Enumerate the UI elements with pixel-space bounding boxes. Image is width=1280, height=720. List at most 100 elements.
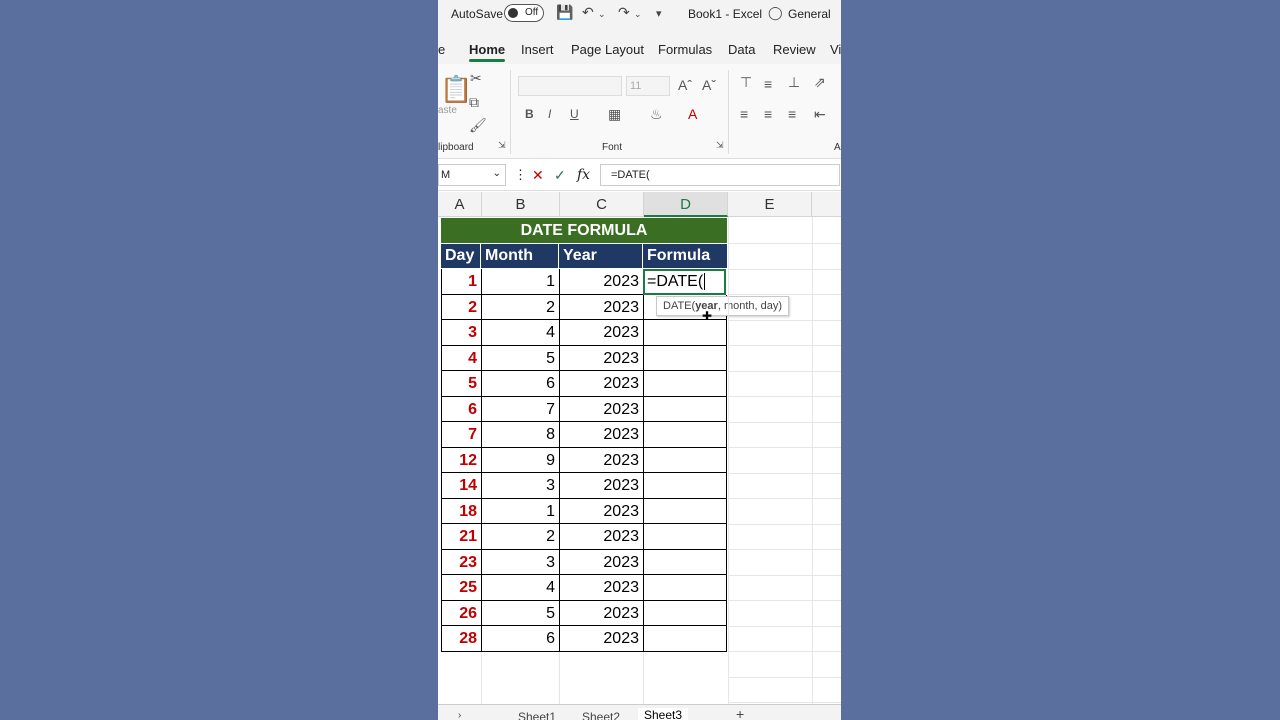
save-icon[interactable]: 💾 xyxy=(556,4,573,21)
day-cell[interactable]: 12 xyxy=(441,448,481,473)
year-cell[interactable]: 2023 xyxy=(559,346,643,371)
sheet-tab-3[interactable]: Sheet3 xyxy=(638,708,689,720)
year-cell[interactable]: 2023 xyxy=(559,524,643,550)
column-header-a[interactable]: A xyxy=(438,192,482,217)
year-cell[interactable]: 2023 xyxy=(559,320,643,346)
orientation-icon[interactable]: ⇗ xyxy=(814,74,826,91)
formula-cell[interactable] xyxy=(643,626,727,652)
month-cell[interactable]: 8 xyxy=(481,422,559,448)
undo-icon[interactable]: ↶ xyxy=(582,4,594,21)
header-month[interactable]: Month xyxy=(481,244,559,268)
day-cell[interactable]: 14 xyxy=(441,473,481,499)
add-sheet-icon[interactable]: + xyxy=(736,706,744,720)
copy-icon[interactable]: ⧉ xyxy=(469,94,479,111)
formula-cell[interactable] xyxy=(643,524,727,550)
redo-dropdown-icon[interactable]: ⌄ xyxy=(634,9,642,20)
shield-icon[interactable]: ◯ xyxy=(768,5,783,21)
year-cell[interactable]: 2023 xyxy=(559,575,643,601)
day-cell[interactable]: 23 xyxy=(441,550,481,575)
day-cell[interactable]: 6 xyxy=(441,397,481,422)
tab-file[interactable]: e xyxy=(438,42,445,57)
month-cell[interactable]: 6 xyxy=(481,371,559,397)
redo-icon[interactable]: ↷ xyxy=(618,4,630,21)
paste-label[interactable]: aste xyxy=(438,105,457,116)
table-title[interactable]: DATE FORMULA xyxy=(441,218,727,243)
month-cell[interactable]: 1 xyxy=(481,269,559,295)
tab-view[interactable]: Vi xyxy=(830,42,841,57)
decrease-font-icon[interactable]: Aˇ xyxy=(702,77,716,93)
year-cell[interactable]: 2023 xyxy=(559,448,643,473)
year-cell[interactable]: 2023 xyxy=(559,269,643,295)
year-cell[interactable]: 2023 xyxy=(559,295,643,320)
tab-formulas[interactable]: Formulas xyxy=(658,42,712,57)
day-cell[interactable]: 5 xyxy=(441,371,481,397)
day-cell[interactable]: 18 xyxy=(441,499,481,524)
sheet-tab-2[interactable]: Sheet2 xyxy=(582,710,620,720)
undo-dropdown-icon[interactable]: ⌄ xyxy=(598,9,606,20)
enter-icon[interactable]: ✓ xyxy=(554,167,566,184)
year-cell[interactable]: 2023 xyxy=(559,422,643,448)
month-cell[interactable]: 5 xyxy=(481,346,559,371)
active-cell-d3[interactable]: =DATE( xyxy=(643,269,726,295)
column-header-f[interactable] xyxy=(812,192,841,217)
year-cell[interactable]: 2023 xyxy=(559,371,643,397)
day-cell[interactable]: 28 xyxy=(441,626,481,652)
year-cell[interactable]: 2023 xyxy=(559,601,643,626)
month-cell[interactable]: 9 xyxy=(481,448,559,473)
underline-icon[interactable]: U xyxy=(570,107,579,121)
tab-review[interactable]: Review xyxy=(773,42,816,57)
clipboard-launcher-icon[interactable]: ⇲ xyxy=(498,140,506,151)
insert-function-icon[interactable]: fx xyxy=(577,167,590,183)
month-cell[interactable]: 3 xyxy=(481,550,559,575)
align-left-icon[interactable]: ≡ xyxy=(740,106,748,122)
align-right-icon[interactable]: ≡ xyxy=(788,106,796,122)
formula-cell[interactable] xyxy=(643,550,727,575)
column-header-c[interactable]: C xyxy=(560,192,644,217)
year-cell[interactable]: 2023 xyxy=(559,473,643,499)
tab-insert[interactable]: Insert xyxy=(521,42,554,57)
fill-color-icon[interactable]: ♨ xyxy=(650,106,663,123)
month-cell[interactable]: 5 xyxy=(481,601,559,626)
formula-cell[interactable] xyxy=(643,320,727,346)
font-name-box[interactable] xyxy=(518,76,622,96)
formula-cell[interactable] xyxy=(643,601,727,626)
month-cell[interactable]: 6 xyxy=(481,626,559,652)
align-center-icon[interactable]: ≡ xyxy=(764,106,772,122)
header-year[interactable]: Year xyxy=(559,244,643,268)
year-cell[interactable]: 2023 xyxy=(559,626,643,652)
formula-options-icon[interactable]: ⋮ xyxy=(514,167,527,183)
font-size-box[interactable]: 11 xyxy=(626,76,670,96)
increase-font-icon[interactable]: Aˆ xyxy=(678,77,692,93)
worksheet-grid[interactable]: A B C D E DATE FORMULA Day Month Year Fo… xyxy=(438,192,841,704)
align-bottom-icon[interactable]: ⊥ xyxy=(788,74,800,91)
formula-cell[interactable] xyxy=(643,499,727,524)
cancel-icon[interactable]: ✕ xyxy=(532,167,544,184)
formula-cell[interactable] xyxy=(643,422,727,448)
formula-input[interactable]: =DATE( xyxy=(600,164,840,186)
day-cell[interactable]: 4 xyxy=(441,346,481,371)
tab-home[interactable]: Home xyxy=(469,42,506,62)
name-box[interactable]: M ⌄ xyxy=(438,164,506,186)
column-header-d[interactable]: D xyxy=(644,192,728,217)
day-cell[interactable]: 7 xyxy=(441,422,481,448)
name-box-dropdown-icon[interactable]: ⌄ xyxy=(493,168,501,179)
customize-toolbar-icon[interactable]: ▾ xyxy=(656,7,662,20)
align-top-icon[interactable]: ⊤ xyxy=(740,74,752,91)
scroll-tabs-icon[interactable]: › xyxy=(458,710,461,720)
month-cell[interactable]: 4 xyxy=(481,320,559,346)
font-launcher-icon[interactable]: ⇲ xyxy=(716,140,724,151)
month-cell[interactable]: 2 xyxy=(481,295,559,320)
year-cell[interactable]: 2023 xyxy=(559,550,643,575)
day-cell[interactable]: 2 xyxy=(441,295,481,320)
month-cell[interactable]: 1 xyxy=(481,499,559,524)
formula-cell[interactable] xyxy=(643,346,727,371)
align-middle-icon[interactable]: ≡ xyxy=(764,76,772,92)
column-header-b[interactable]: B xyxy=(482,192,560,217)
italic-icon[interactable]: I xyxy=(548,107,551,121)
formula-cell[interactable] xyxy=(643,448,727,473)
year-cell[interactable]: 2023 xyxy=(559,397,643,422)
bold-icon[interactable]: B xyxy=(525,107,534,121)
borders-icon[interactable]: ▦ xyxy=(608,106,621,123)
month-cell[interactable]: 2 xyxy=(481,524,559,550)
paste-icon[interactable]: 📋 xyxy=(440,74,472,105)
